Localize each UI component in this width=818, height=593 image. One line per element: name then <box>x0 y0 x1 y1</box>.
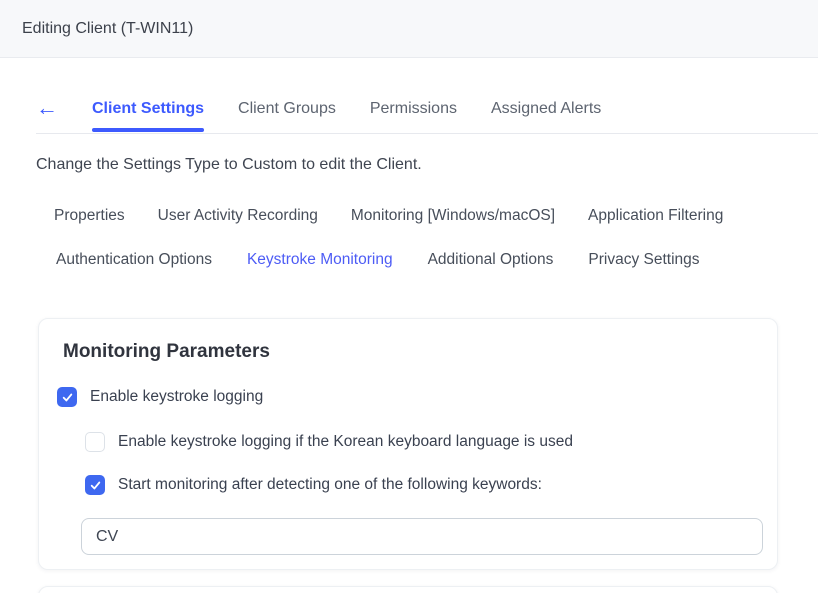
page-title: Editing Client (T-WIN11) <box>22 20 193 38</box>
checkbox-row-start-monitoring-keywords: Start monitoring after detecting one of … <box>85 475 777 495</box>
checkmark-icon <box>89 479 102 492</box>
checkbox-unchecked-icon[interactable] <box>85 432 105 452</box>
next-settings-card <box>38 586 778 593</box>
subtab-user-activity-recording[interactable]: User Activity Recording <box>158 207 318 225</box>
settings-type-notice: Change the Settings Type to Custom to ed… <box>36 156 818 174</box>
checkmark-icon <box>61 391 74 404</box>
subtab-application-filtering[interactable]: Application Filtering <box>588 207 723 225</box>
window-header: Editing Client (T-WIN11) <box>0 0 818 58</box>
checkbox-label: Start monitoring after detecting one of … <box>118 476 542 494</box>
tab-client-settings[interactable]: Client Settings <box>92 100 204 131</box>
subtab-additional-options[interactable]: Additional Options <box>428 251 554 269</box>
monitoring-parameters-card: Monitoring Parameters Enable keystroke l… <box>38 318 778 570</box>
tab-client-groups[interactable]: Client Groups <box>238 100 336 131</box>
back-arrow-icon[interactable]: ← <box>36 97 58 133</box>
checkbox-checked-icon[interactable] <box>85 475 105 495</box>
subtab-privacy-settings[interactable]: Privacy Settings <box>588 251 699 269</box>
card-title: Monitoring Parameters <box>63 341 777 363</box>
subtab-keystroke-monitoring[interactable]: Keystroke Monitoring <box>247 251 393 269</box>
checkbox-label: Enable keystroke logging <box>90 388 263 406</box>
keywords-input[interactable] <box>81 518 763 555</box>
main-tab-bar: ← Client Settings Client Groups Permissi… <box>36 97 818 134</box>
subtab-properties[interactable]: Properties <box>54 207 125 225</box>
checkbox-label: Enable keystroke logging if the Korean k… <box>118 433 573 451</box>
checkbox-row-korean-keyboard: Enable keystroke logging if the Korean k… <box>85 432 777 452</box>
checkbox-checked-icon[interactable] <box>57 387 77 407</box>
tab-permissions[interactable]: Permissions <box>370 100 457 131</box>
subtab-monitoring-windows-macos[interactable]: Monitoring [Windows/macOS] <box>351 207 555 225</box>
subtab-row-2: Authentication Options Keystroke Monitor… <box>56 251 818 269</box>
tab-assigned-alerts[interactable]: Assigned Alerts <box>491 100 601 131</box>
subtab-row-1: Properties User Activity Recording Monit… <box>54 207 818 225</box>
checkbox-row-enable-keystroke-logging: Enable keystroke logging <box>57 387 777 407</box>
subtab-authentication-options[interactable]: Authentication Options <box>56 251 212 269</box>
